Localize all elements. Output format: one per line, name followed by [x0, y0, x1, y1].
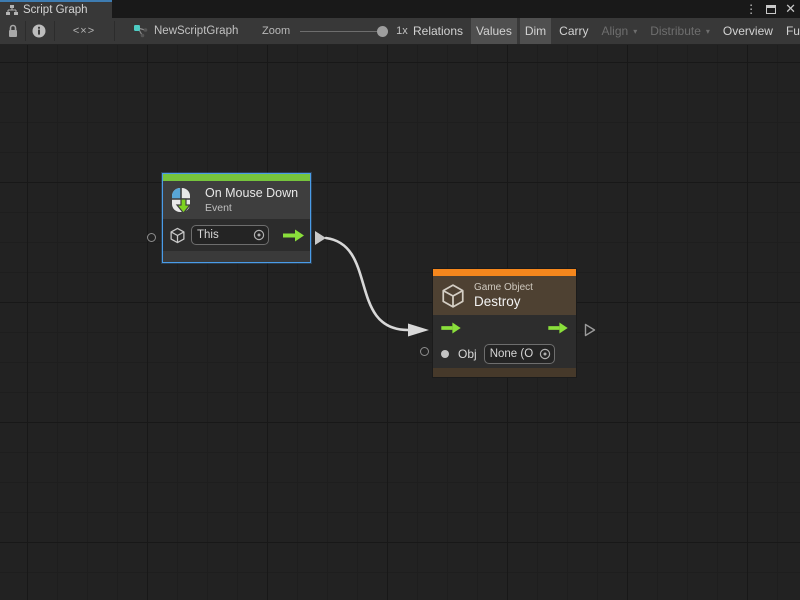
node-category: Game Object	[474, 282, 533, 293]
node-subtitle: Event	[205, 202, 298, 214]
param-label: Obj	[458, 347, 477, 361]
chevron-down-icon: ▾	[706, 27, 710, 36]
fullscreen-button[interactable]: Full Screen	[781, 18, 800, 44]
graph-canvas[interactable]: On Mouse Down Event This	[0, 45, 800, 600]
connected-output-port[interactable]	[315, 231, 326, 245]
carry-button[interactable]: Carry	[554, 18, 593, 44]
tab-script-graph[interactable]: Script Graph	[0, 0, 112, 18]
zoom-label: Zoom	[262, 25, 290, 37]
maximize-icon[interactable]	[766, 5, 776, 14]
info-button[interactable]	[26, 18, 52, 44]
code-preview-button[interactable]: <×>	[56, 18, 112, 44]
graph-tab-icon	[6, 5, 18, 16]
script-graph-asset-icon	[133, 24, 148, 38]
node-destroy[interactable]: Game Object Destroy Obj	[432, 268, 577, 378]
overview-button[interactable]: Overview	[718, 18, 778, 44]
zoom-slider[interactable]	[300, 31, 386, 32]
graph-asset-button[interactable]: NewScriptGraph	[133, 18, 238, 44]
graph-name-label: NewScriptGraph	[154, 25, 238, 37]
align-dropdown[interactable]: Align ▾	[597, 18, 643, 44]
info-icon	[32, 24, 46, 38]
connection-wire[interactable]	[0, 45, 800, 600]
close-icon[interactable]: ✕	[785, 0, 796, 18]
value-input-port[interactable]	[147, 233, 156, 242]
tab-bar: Script Graph ⋮ ✕	[0, 0, 800, 18]
object-picker-icon[interactable]	[539, 348, 551, 360]
node-title: Destroy	[474, 294, 533, 309]
lock-button[interactable]	[2, 18, 24, 44]
zoom-slider-handle[interactable]	[377, 26, 388, 37]
obj-input-field[interactable]: None (O	[484, 344, 555, 364]
game-object-cube-icon	[440, 283, 466, 309]
game-object-cube-icon	[169, 227, 186, 244]
node-title: On Mouse Down	[205, 186, 298, 200]
control-input-port-icon[interactable]	[441, 322, 461, 334]
relations-button[interactable]: Relations	[408, 18, 468, 44]
zoom-value: 1x	[396, 25, 408, 37]
value-port-dot[interactable]	[441, 350, 449, 358]
dim-button[interactable]: Dim	[520, 18, 551, 44]
mouse-down-icon	[169, 187, 197, 214]
tab-title: Script Graph	[23, 4, 88, 16]
target-input-field[interactable]: This	[191, 225, 269, 245]
value-input-port[interactable]	[420, 347, 429, 356]
node-accent-bar	[433, 269, 576, 276]
values-button[interactable]: Values	[471, 18, 517, 44]
node-on-mouse-down[interactable]: On Mouse Down Event This	[162, 173, 311, 263]
node-accent-bar	[163, 174, 310, 181]
control-output-port-icon[interactable]	[283, 229, 304, 242]
window-menu-icon[interactable]: ⋮	[745, 0, 757, 18]
script-graph-window: Script Graph ⋮ ✕ <×>	[0, 0, 800, 600]
lock-icon	[7, 24, 19, 38]
graph-toolbar: <×> NewScriptGraph Zoom 1x Relations Val…	[0, 18, 800, 45]
control-output-port-icon[interactable]	[548, 322, 568, 334]
control-output-port[interactable]	[584, 323, 596, 337]
distribute-dropdown[interactable]: Distribute ▾	[645, 18, 715, 44]
chevron-down-icon: ▾	[633, 27, 637, 36]
object-picker-icon[interactable]	[253, 229, 265, 241]
